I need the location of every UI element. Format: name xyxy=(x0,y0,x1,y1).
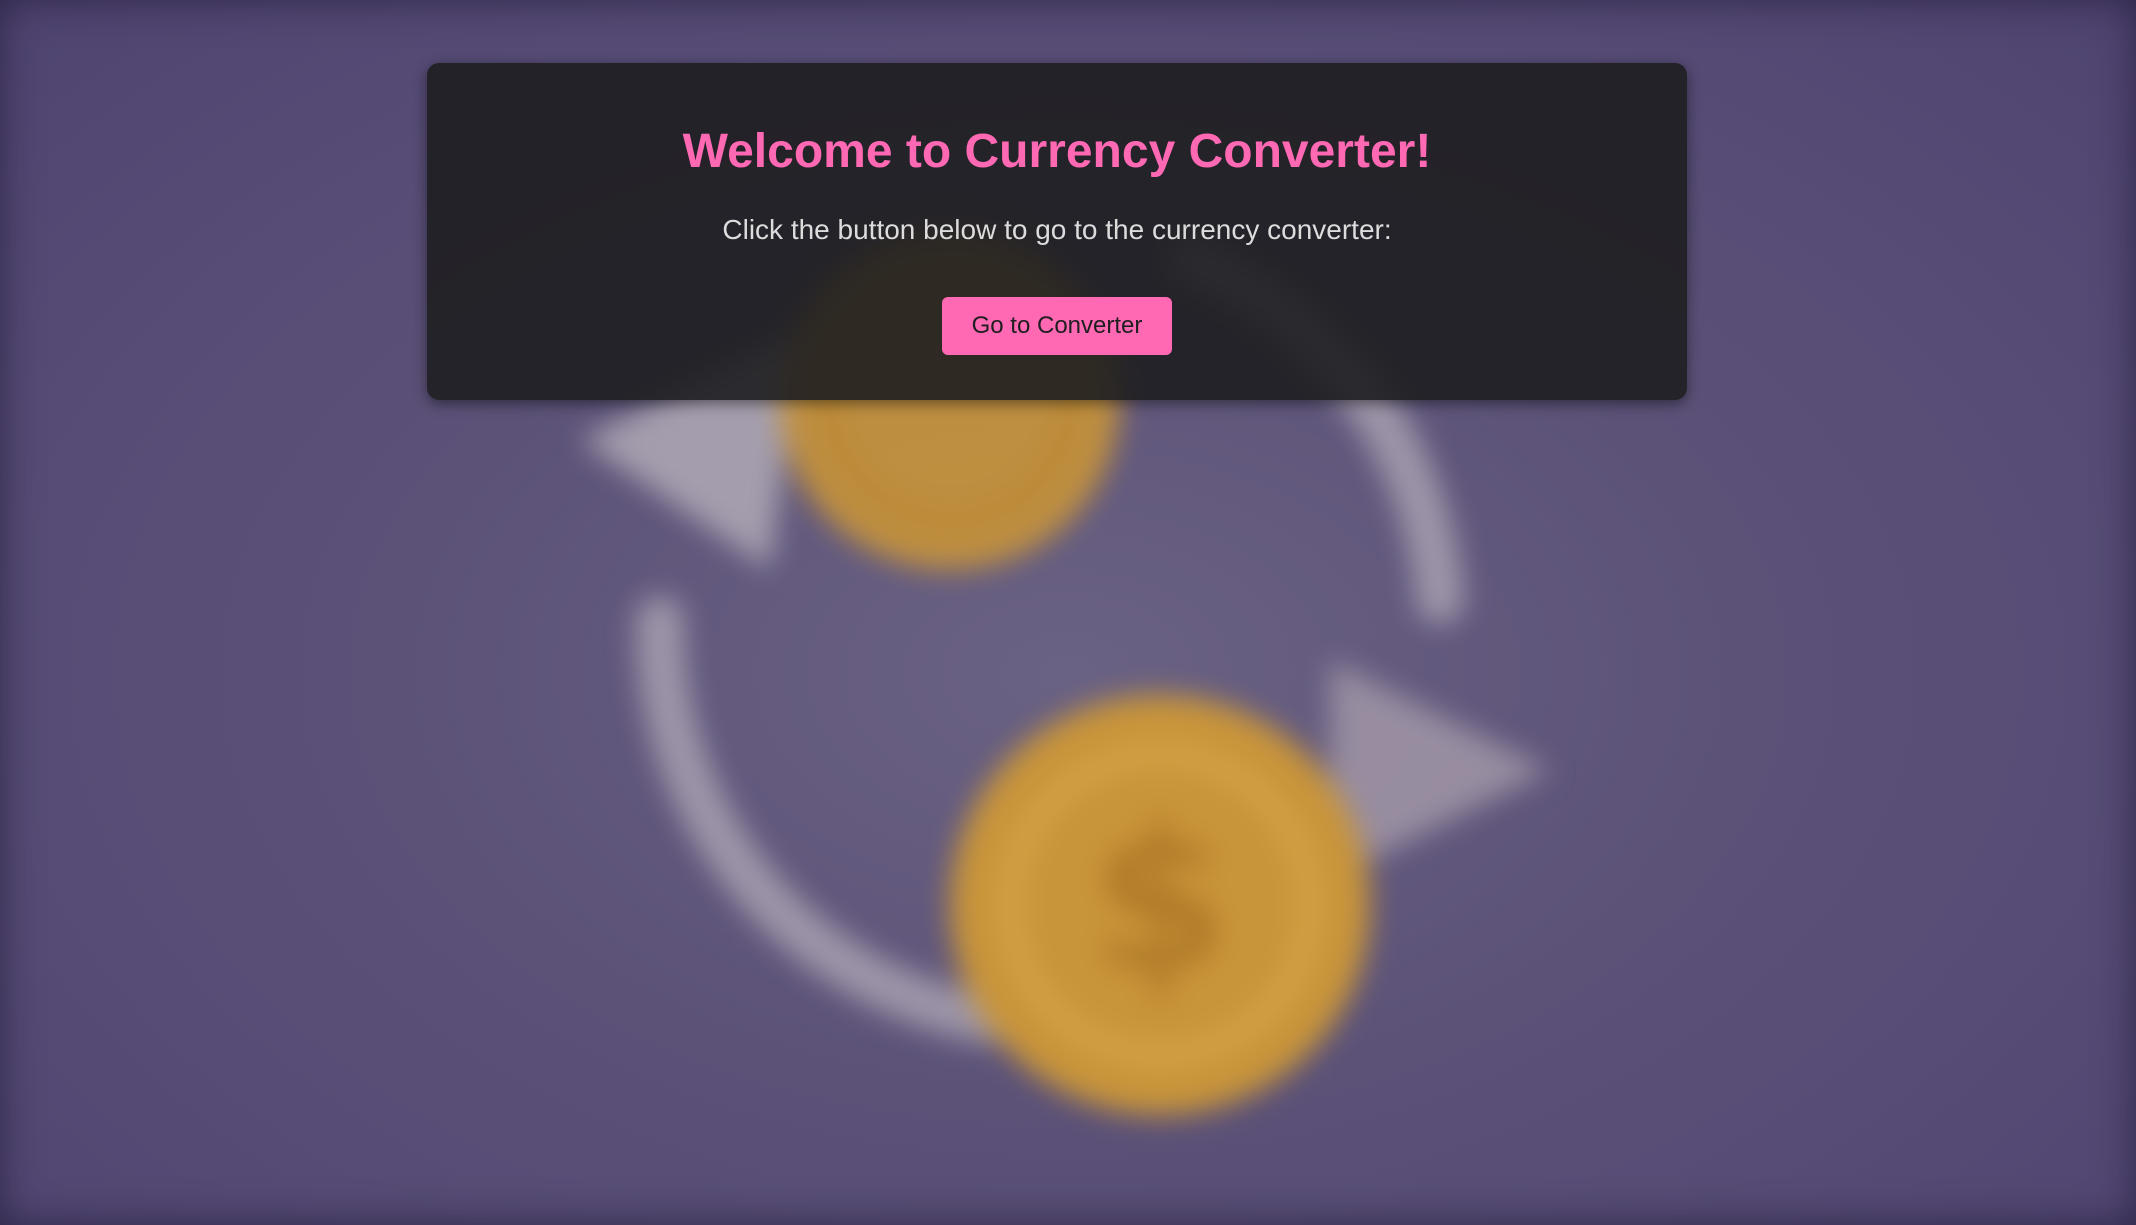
page-title: Welcome to Currency Converter! xyxy=(682,125,1432,178)
page-subtitle: Click the button below to go to the curr… xyxy=(722,214,1392,245)
go-to-converter-button[interactable]: Go to Converter xyxy=(942,297,1172,355)
welcome-card: Welcome to Currency Converter! Click the… xyxy=(427,63,1687,400)
dollar-symbol: $ xyxy=(1090,785,1229,1018)
